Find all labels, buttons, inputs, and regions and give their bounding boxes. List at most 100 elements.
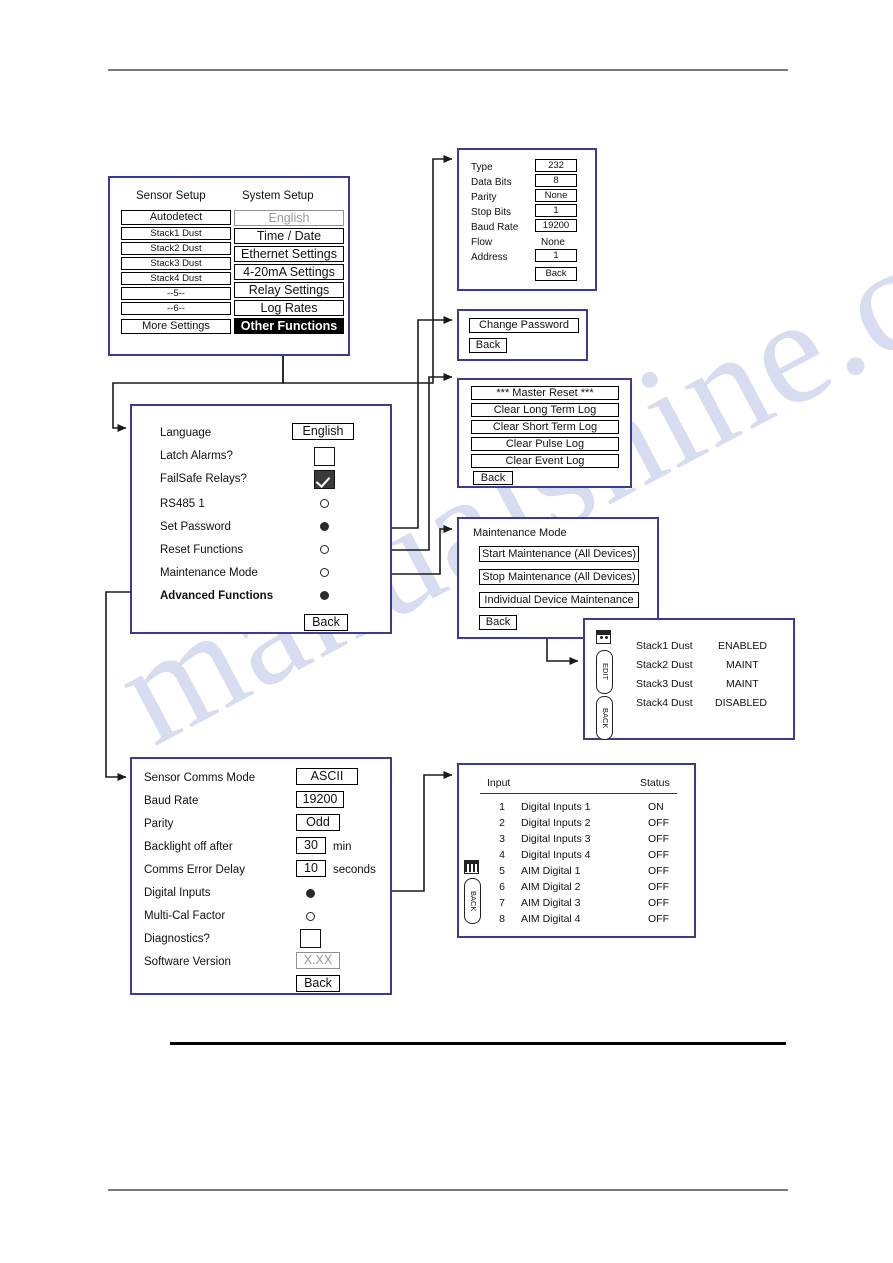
adv-radio-reset-functions[interactable]	[320, 545, 329, 554]
comms-label-baud-rate: Baud Rate	[144, 795, 199, 807]
menu-item-english[interactable]: English	[234, 210, 344, 226]
serial-row-label-address: Address	[471, 252, 508, 263]
serial-row-value-stop-bits[interactable]: 1	[535, 204, 577, 217]
comms-label-comms-error-delay: Comms Error Delay	[144, 864, 245, 876]
clear-event-log-button[interactable]: Clear Event Log	[471, 454, 619, 468]
menu-item-more-settings[interactable]: More Settings	[121, 319, 231, 334]
serial-row-value-baud-rate[interactable]: 19200	[535, 219, 577, 232]
comms-label-software-version: Software Version	[144, 956, 231, 968]
input-row-name-6: AIM Digital 2	[521, 881, 581, 893]
stop-maintenance-button[interactable]: Stop Maintenance (All Devices)	[479, 569, 639, 585]
adv-radio-advanced-functions[interactable]	[320, 591, 329, 600]
menu-item-autodetect[interactable]: Autodetect	[121, 210, 231, 225]
maintenance-back-button[interactable]: Back	[479, 615, 517, 630]
comms-radio-digital-inputs[interactable]	[306, 889, 315, 898]
clear-pulse-log-button[interactable]: Clear Pulse Log	[471, 437, 619, 451]
comms-label-multi-cal-factor: Multi-Cal Factor	[144, 910, 226, 922]
menu-item-stack1-dust[interactable]: Stack1 Dust	[121, 227, 231, 240]
input-row-status-6: OFF	[648, 881, 669, 893]
comms-value-backlight-off-after[interactable]: 30	[296, 837, 326, 854]
menu-item-slot6[interactable]: --6--	[121, 302, 231, 315]
comms-radio-multi-cal-factor[interactable]	[306, 912, 315, 921]
adv-radio-maintenance-mode[interactable]	[320, 568, 329, 577]
input-row-status-7: OFF	[648, 897, 669, 909]
input-row-name-2: Digital Inputs 2	[521, 817, 591, 829]
comms-checkbox-diagnostics[interactable]	[300, 929, 321, 948]
input-row-status-4: OFF	[648, 849, 669, 861]
input-row-name-1: Digital Inputs 1	[521, 801, 591, 813]
serial-row-label-data-bits: Data Bits	[471, 177, 512, 188]
menu-item-time-date[interactable]: Time / Date	[234, 228, 344, 244]
input-row-num-7: 7	[499, 897, 505, 909]
menu-item-stack4-dust[interactable]: Stack4 Dust	[121, 272, 231, 285]
serial-row-label-parity: Parity	[471, 192, 497, 203]
device-row-status-3: MAINT	[726, 678, 759, 690]
display-icon	[464, 860, 479, 874]
device-row-name-1: Stack1 Dust	[636, 640, 693, 652]
serial-back-button[interactable]: Back	[535, 267, 577, 281]
comms-label-diagnostics: Diagnostics?	[144, 933, 210, 945]
maintenance-title: Maintenance Mode	[473, 527, 567, 539]
inputs-header-rule	[480, 793, 677, 795]
adv-radio-set-password[interactable]	[320, 522, 329, 531]
change-password-panel: Change Password Back	[457, 309, 588, 361]
inputs-header-input: Input	[487, 777, 511, 789]
device-row-status-1: ENABLED	[718, 640, 768, 652]
menu-item-ethernet-settings[interactable]: Ethernet Settings	[234, 246, 344, 262]
input-row-name-5: AIM Digital 1	[521, 865, 581, 877]
reset-functions-panel: *** Master Reset *** Clear Long Term Log…	[457, 378, 632, 488]
comms-label-backlight-off-after: Backlight off after	[144, 841, 233, 853]
serial-row-value-parity[interactable]: None	[535, 189, 577, 202]
menu-item-relay-settings[interactable]: Relay Settings	[234, 282, 344, 298]
serial-row-label-flow: Flow	[471, 237, 493, 248]
input-row-status-5: OFF	[648, 865, 669, 877]
inputs-status-panel: Input Status BACK 1 Digital Inputs 1 ON …	[457, 763, 696, 938]
comms-back-button[interactable]: Back	[296, 975, 340, 992]
menu-item-4-20ma-settings[interactable]: 4-20mA Settings	[234, 264, 344, 280]
input-row-status-8: OFF	[648, 913, 669, 925]
softkey-edit[interactable]: EDIT	[596, 650, 613, 694]
comms-value-software-version: X.XX	[296, 952, 340, 969]
change-password-button[interactable]: Change Password	[469, 318, 579, 333]
start-maintenance-button[interactable]: Start Maintenance (All Devices)	[479, 546, 639, 562]
comms-value-sensor-comms-mode[interactable]: ASCII	[296, 768, 358, 785]
comms-label-digital-inputs: Digital Inputs	[144, 887, 211, 899]
comms-value-comms-error-delay[interactable]: 10	[296, 860, 326, 877]
serial-row-value-address[interactable]: 1	[535, 249, 577, 262]
comms-value-parity[interactable]: Odd	[296, 814, 340, 831]
menu-item-other-functions[interactable]: Other Functions	[234, 318, 344, 334]
softkey-back[interactable]: BACK	[596, 696, 613, 740]
menu-item-stack3-dust[interactable]: Stack3 Dust	[121, 257, 231, 270]
advanced-back-button[interactable]: Back	[304, 614, 348, 631]
sensor-setup-title: Sensor Setup	[136, 190, 206, 202]
change-password-back-button[interactable]: Back	[469, 338, 507, 353]
serial-row-label-baud-rate: Baud Rate	[471, 222, 519, 233]
adv-label-maintenance-mode: Maintenance Mode	[160, 567, 258, 579]
adv-checkbox-latch-alarms[interactable]	[314, 447, 335, 466]
master-reset-button[interactable]: *** Master Reset ***	[471, 386, 619, 400]
input-row-num-5: 5	[499, 865, 505, 877]
reset-back-button[interactable]: Back	[473, 471, 513, 485]
softkey-back[interactable]: BACK	[464, 878, 481, 924]
input-row-status-1: ON	[648, 801, 664, 813]
menu-item-stack2-dust[interactable]: Stack2 Dust	[121, 242, 231, 255]
input-row-name-8: AIM Digital 4	[521, 913, 581, 925]
serial-row-value-flow: None	[541, 237, 565, 248]
adv-checkbox-failsafe-relays[interactable]	[314, 470, 335, 489]
adv-radio-rs485-1[interactable]	[320, 499, 329, 508]
menu-item-slot5[interactable]: --5--	[121, 287, 231, 300]
clear-short-term-log-button[interactable]: Clear Short Term Log	[471, 420, 619, 434]
device-row-status-4: DISABLED	[715, 697, 767, 709]
document-page: manualshine.com S	[0, 0, 893, 1263]
serial-row-value-data-bits[interactable]: 8	[535, 174, 577, 187]
serial-settings-panel: Type 232 Data Bits 8 Parity None Stop Bi…	[457, 148, 597, 291]
comms-value-baud-rate[interactable]: 19200	[296, 791, 344, 808]
comms-label-parity: Parity	[144, 818, 174, 830]
adv-value-language[interactable]: English	[292, 423, 354, 440]
advanced-functions-panel: Language English Latch Alarms? FailSafe …	[130, 404, 392, 634]
individual-device-maintenance-button[interactable]: Individual Device Maintenance	[479, 592, 639, 608]
serial-row-value-type[interactable]: 232	[535, 159, 577, 172]
clear-long-term-log-button[interactable]: Clear Long Term Log	[471, 403, 619, 417]
menu-item-log-rates[interactable]: Log Rates	[234, 300, 344, 316]
device-row-name-2: Stack2 Dust	[636, 659, 693, 671]
